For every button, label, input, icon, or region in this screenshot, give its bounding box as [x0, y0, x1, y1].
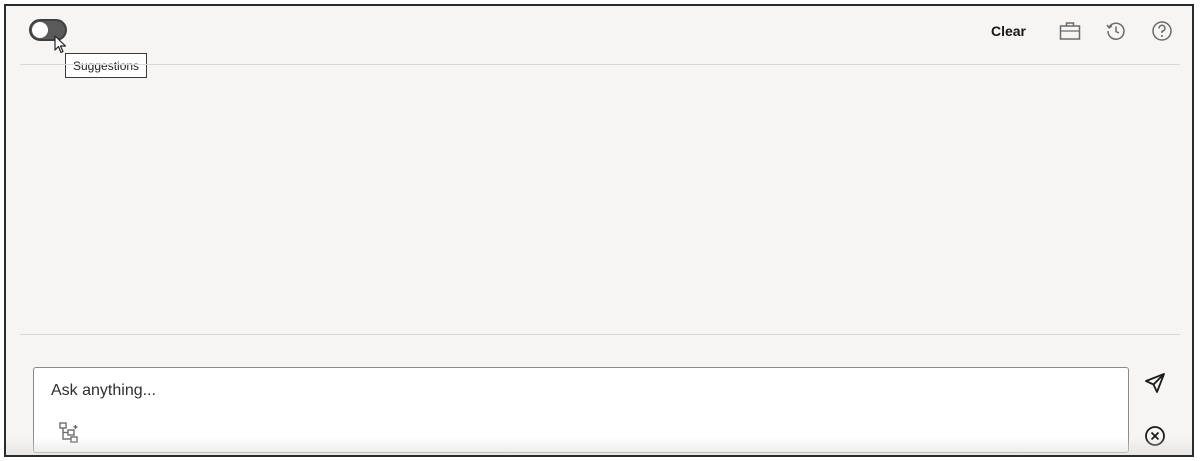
prompt-box	[33, 367, 1129, 453]
clear-button[interactable]: Clear	[991, 23, 1026, 39]
conversation-area	[20, 65, 1180, 333]
composer-divider	[20, 334, 1180, 335]
mouse-pointer-icon	[54, 35, 67, 54]
cancel-icon[interactable]	[1144, 425, 1166, 447]
send-icon[interactable]	[1144, 372, 1166, 394]
prompt-input[interactable]	[49, 378, 1103, 404]
help-icon[interactable]	[1150, 19, 1174, 43]
history-icon[interactable]	[1104, 19, 1128, 43]
data-source-icon[interactable]	[58, 421, 80, 443]
briefcase-icon[interactable]	[1058, 19, 1082, 43]
header-actions: Clear	[991, 16, 1174, 46]
toggle-knob	[32, 22, 48, 38]
assistant-panel: Suggestions Clear	[4, 4, 1194, 457]
